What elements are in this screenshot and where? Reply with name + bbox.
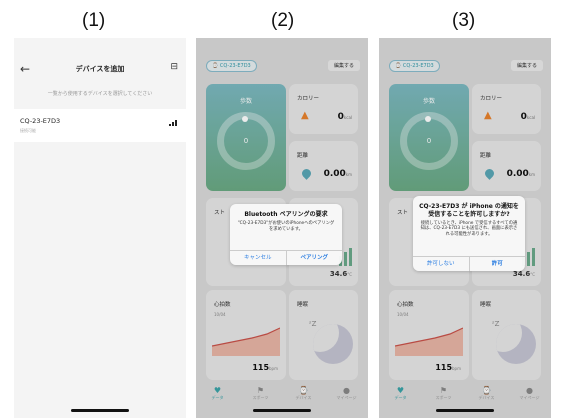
nav-bar: ← デバイスを追加 ⊟	[14, 56, 186, 86]
panel-label-2: (2)	[271, 10, 295, 31]
dialog-title: Bluetooth ペアリングの要求	[244, 211, 328, 218]
add-device-screen: ← デバイスを追加 ⊟ 一覧から使用するデバイスを選択してください CQ-23-…	[14, 38, 186, 418]
dialog-title: CQ-23-E7D3 が iPhone の通知を受信することを許可しますか?	[419, 203, 519, 218]
signal-strength-icon	[169, 120, 177, 126]
page-title: デバイスを追加	[75, 65, 125, 73]
pair-button[interactable]: ペアリング	[285, 251, 343, 265]
cancel-button[interactable]: キャンセル	[230, 251, 286, 265]
scan-icon[interactable]: ⊟	[170, 62, 178, 72]
notification-permission-dialog: CQ-23-E7D3 が iPhone の通知を受信することを許可しますか? 接…	[413, 196, 525, 271]
home-indicator	[71, 409, 129, 412]
pairing-request-screen: ⌚ CQ-23-E7D3 編集する 歩数 0 カロリー ▲ 0kcal 距離 0…	[196, 38, 368, 418]
device-list-item[interactable]: CQ-23-E7D3 接続可能	[14, 109, 186, 142]
dialog-body: "CQ-23-E7D3"がお使いのiPhoneへのペアリングを求めています。	[237, 220, 335, 232]
panel-label-1: (1)	[82, 10, 106, 31]
device-name: CQ-23-E7D3	[20, 117, 61, 125]
home-indicator	[436, 409, 494, 412]
allow-button[interactable]: 許可	[468, 257, 526, 271]
panel-label-3: (3)	[452, 10, 476, 31]
deny-button[interactable]: 許可しない	[413, 257, 469, 271]
dialog-body: 接続しているとき、iPhone で受信するすべての通知は、CQ-23-E7D3 …	[420, 220, 518, 238]
home-indicator	[253, 409, 311, 412]
select-hint: 一覧から使用するデバイスを選択してください	[47, 91, 153, 97]
notification-permission-screen: ⌚ CQ-23-E7D3 編集する 歩数 0 カロリー ▲ 0kcal 距離 0…	[379, 38, 551, 418]
bluetooth-pairing-dialog: Bluetooth ペアリングの要求 "CQ-23-E7D3"がお使いのiPho…	[230, 204, 342, 265]
device-status: 接続可能	[20, 128, 36, 133]
